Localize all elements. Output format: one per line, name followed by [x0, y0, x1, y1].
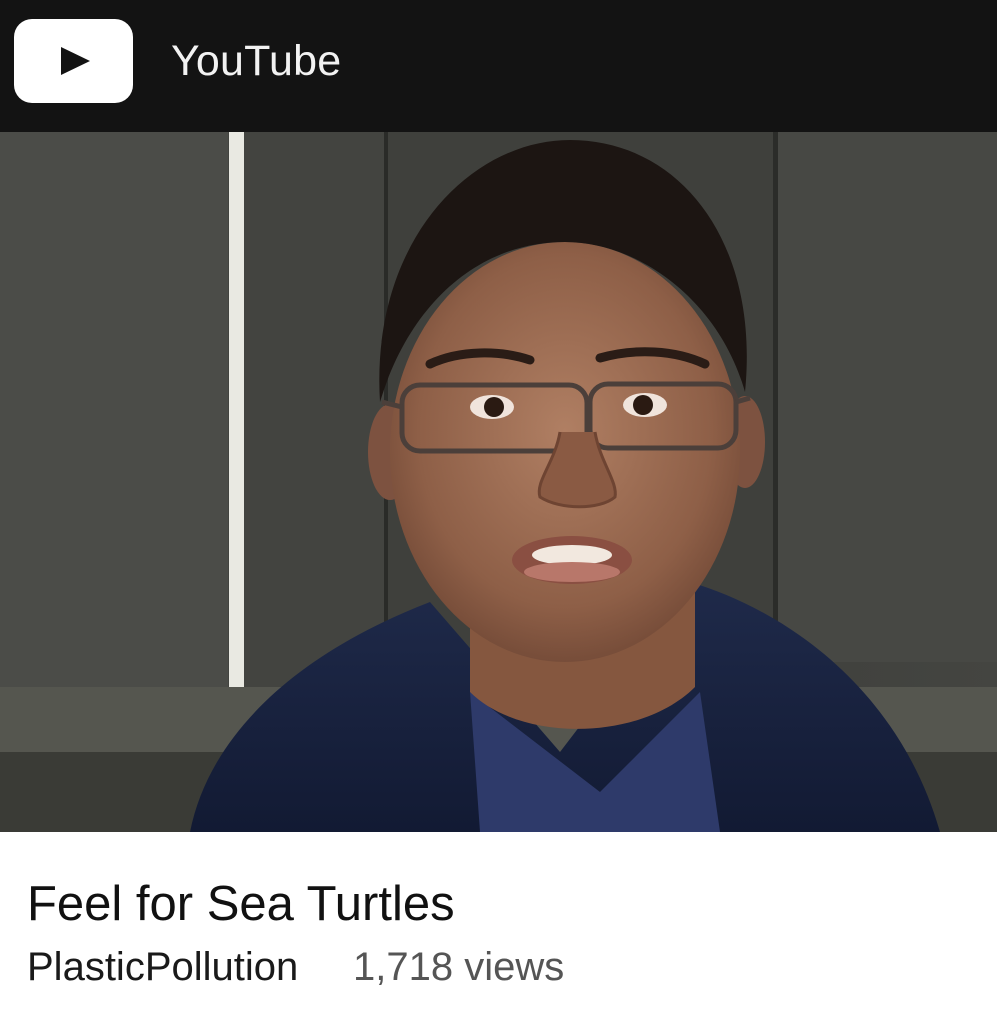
video-thumbnail-image[interactable]: [0, 132, 997, 832]
app-header: YouTube: [0, 0, 997, 132]
channel-name[interactable]: PlasticPollution: [27, 945, 298, 989]
youtube-play-logo-icon[interactable]: [14, 19, 133, 103]
app-name[interactable]: YouTube: [171, 38, 341, 84]
view-count: 1,718 views: [353, 945, 565, 989]
video-info: Feel for Sea Turtles PlasticPollution 1,…: [0, 832, 997, 1010]
video-title[interactable]: Feel for Sea Turtles: [27, 878, 455, 930]
